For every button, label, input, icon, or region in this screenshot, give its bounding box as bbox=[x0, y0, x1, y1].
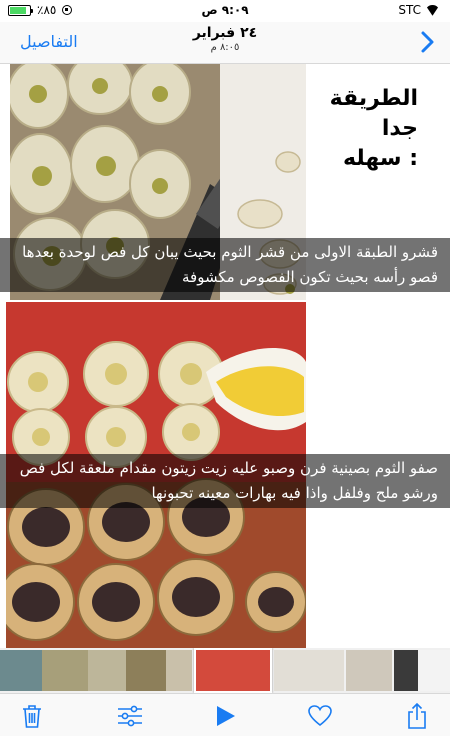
trash-icon[interactable] bbox=[19, 703, 45, 729]
play-icon[interactable] bbox=[212, 703, 238, 729]
status-bar: ٪٨٥ ٩:٠٩ ص STC bbox=[0, 0, 450, 22]
photo-time: ٨:٠٥ م bbox=[210, 42, 240, 53]
filmstrip-thumbnail[interactable] bbox=[274, 650, 344, 691]
filmstrip-thumbnail[interactable] bbox=[126, 650, 166, 691]
bottom-toolbar bbox=[0, 693, 450, 736]
step-caption: قشرو الطبقة الاولى من قشر الثوم بحيث يبا… bbox=[0, 238, 450, 292]
chevron-right-icon[interactable] bbox=[414, 28, 440, 56]
filmstrip-thumbnail[interactable] bbox=[346, 650, 392, 691]
wifi-icon bbox=[425, 5, 440, 16]
adjust-icon[interactable] bbox=[117, 703, 143, 729]
nav-bar: التفاصيل ٢٤ فبراير ٨:٠٥ م bbox=[0, 22, 450, 64]
heart-icon[interactable] bbox=[307, 703, 333, 729]
recipe-step-1: الطريقة جدا سهله : قشرو الطبقة الاولى من… bbox=[0, 64, 450, 300]
filmstrip-thumbnail[interactable] bbox=[394, 650, 418, 691]
filmstrip-thumbnail[interactable] bbox=[88, 650, 126, 691]
share-icon[interactable] bbox=[404, 703, 430, 729]
filmstrip-thumbnail[interactable] bbox=[418, 650, 450, 691]
filmstrip-current-thumbnail[interactable] bbox=[194, 648, 272, 693]
status-right: STC bbox=[398, 3, 440, 17]
photo-viewer[interactable]: الطريقة جدا سهله : قشرو الطبقة الاولى من… bbox=[0, 64, 450, 648]
photo-filmstrip[interactable] bbox=[0, 648, 450, 693]
heading-line: جدا bbox=[381, 116, 418, 141]
filmstrip-thumbnail[interactable] bbox=[166, 650, 192, 691]
step-heading: الطريقة جدا سهله : bbox=[298, 84, 418, 174]
heading-line: سهله : bbox=[343, 146, 418, 171]
step-caption: صفو الثوم بصينية فرن وصبو عليه زيت زيتون… bbox=[0, 454, 450, 508]
filmstrip-thumbnail[interactable] bbox=[42, 650, 88, 691]
heading-line: الطريقة bbox=[329, 86, 418, 111]
carrier-name: STC bbox=[398, 3, 421, 17]
recipe-step-2: صفو الثوم بصينية فرن وصبو عليه زيت زيتون… bbox=[0, 302, 450, 648]
photo-date-title: ٢٤ فبراير ٨:٠٥ م bbox=[0, 25, 450, 53]
status-time: ٩:٠٩ ص bbox=[201, 3, 249, 17]
filmstrip-thumbnail[interactable] bbox=[0, 650, 42, 691]
photo-date: ٢٤ فبراير bbox=[192, 25, 258, 41]
